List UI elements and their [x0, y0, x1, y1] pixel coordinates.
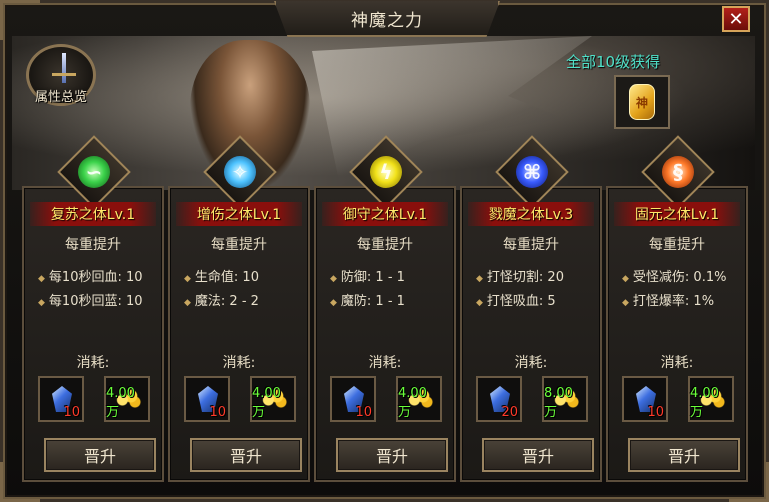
card-name: 固元之体Lv.1: [614, 202, 740, 226]
crystal-cost: 10: [647, 405, 664, 420]
sword-icon: [62, 53, 66, 83]
stat-text: 魔法: 2 - 2: [194, 294, 259, 309]
gold-cost: 4.00万: [106, 386, 135, 420]
body-card-solid: § 固元之体Lv.1 每重提升 ◆ 受怪减伤: 0.1% ◆ 打怪爆率: 1% 消耗…: [606, 135, 748, 482]
body-cards: ∽ 复苏之体Lv.1 每重提升 ◆ 每10秒回血: 10 ◆ 每10秒回蓝: 10 …: [16, 135, 756, 486]
stat-text: 打怪吸血: 5: [486, 294, 556, 309]
upgrade-label: 每重提升: [649, 237, 705, 253]
body-card-revive: ∽ 复苏之体Lv.1 每重提升 ◆ 每10秒回血: 10 ◆ 每10秒回蓝: 10 …: [22, 135, 164, 482]
body-card-guard: ϟ 御守之体Lv.1 每重提升 ◆ 防御: 1 - 1 ◆ 魔防: 1 - 1 消耗…: [314, 135, 456, 482]
bullet-icon: ◆: [38, 274, 45, 284]
stat-text: 受怪减伤: 0.1%: [632, 270, 727, 285]
frame-corner-ornament: [0, 0, 40, 40]
crystal-cost: 20: [501, 405, 518, 420]
rune-icon: ⌘: [522, 160, 542, 184]
bullet-icon: ◆: [330, 298, 337, 308]
cost-label: 消耗:: [76, 355, 110, 371]
crystal-cost-slot[interactable]: 10: [184, 376, 230, 422]
cost-label: 消耗:: [514, 355, 548, 371]
crystal-cost-slot[interactable]: 20: [476, 376, 522, 422]
cost-label: 消耗:: [660, 355, 694, 371]
crystal-cost-slot[interactable]: 10: [330, 376, 376, 422]
bullet-icon: ◆: [184, 298, 191, 308]
rune-icon: ∽: [85, 160, 103, 184]
body-card-slay: ⌘ 戮魔之体Lv.3 每重提升 ◆ 打怪切割: 20 ◆ 打怪吸血: 5 消耗: 2…: [460, 135, 602, 482]
gold-cost: 4.00万: [252, 386, 281, 420]
stat-line: ◆ 每10秒回血: 10: [38, 266, 143, 285]
stat-line: ◆ 受怪减伤: 0.1%: [622, 266, 726, 285]
gold-cost: 4.00万: [398, 386, 427, 420]
promote-button[interactable]: 晋升: [336, 438, 448, 472]
rune-icon: ✧: [231, 160, 249, 184]
gold-cost: 4.00万: [690, 386, 719, 420]
stat-line: ◆ 打怪爆率: 1%: [622, 290, 714, 309]
upgrade-label: 每重提升: [65, 237, 121, 253]
crystal-cost-slot[interactable]: 10: [622, 376, 668, 422]
stat-line: ◆ 生命值: 10: [184, 266, 259, 285]
stat-line: ◆ 防御: 1 - 1: [330, 266, 405, 285]
promote-button[interactable]: 晋升: [482, 438, 594, 472]
stat-text: 打怪爆率: 1%: [632, 294, 715, 309]
upgrade-label: 每重提升: [357, 237, 413, 253]
card-name: 复苏之体Lv.1: [30, 202, 156, 226]
body-card-damage: ✧ 增伤之体Lv.1 每重提升 ◆ 生命值: 10 ◆ 魔法: 2 - 2 消耗: …: [168, 135, 310, 482]
upgrade-label: 每重提升: [503, 237, 559, 253]
rune-icon: ϟ: [379, 160, 393, 184]
bullet-icon: ◆: [476, 298, 483, 308]
attribute-overview-label: 属性总览: [34, 90, 87, 105]
stat-line: ◆ 打怪吸血: 5: [476, 290, 556, 309]
crystal-cost: 10: [209, 405, 226, 420]
stat-text: 每10秒回蓝: 10: [48, 294, 143, 309]
stat-text: 防御: 1 - 1: [340, 270, 405, 285]
stat-text: 每10秒回血: 10: [48, 270, 143, 285]
bullet-icon: ◆: [330, 274, 337, 284]
cost-label: 消耗:: [222, 355, 256, 371]
stat-line: ◆ 每10秒回蓝: 10: [38, 290, 143, 309]
window-title: 神魔之力: [274, 1, 500, 37]
cost-label: 消耗:: [368, 355, 402, 371]
promote-button[interactable]: 晋升: [190, 438, 302, 472]
close-button[interactable]: ✕: [722, 6, 750, 32]
bullet-icon: ◆: [622, 298, 629, 308]
gold-cost-slot[interactable]: 4.00万: [104, 376, 150, 422]
stat-line: ◆ 魔法: 2 - 2: [184, 290, 259, 309]
bullet-icon: ◆: [38, 298, 45, 308]
bullet-icon: ◆: [476, 274, 483, 284]
promote-button[interactable]: 晋升: [628, 438, 740, 472]
stat-text: 生命值: 10: [194, 270, 259, 285]
stat-line: ◆ 打怪切割: 20: [476, 266, 564, 285]
upgrade-label: 每重提升: [211, 237, 267, 253]
stat-line: ◆ 魔防: 1 - 1: [330, 290, 405, 309]
promote-button[interactable]: 晋升: [44, 438, 156, 472]
rune-icon: §: [673, 160, 683, 184]
god-token-icon: 神: [629, 84, 655, 120]
gold-cost-slot[interactable]: 8.00万: [542, 376, 588, 422]
card-name: 御守之体Lv.1: [322, 202, 448, 226]
gold-cost-slot[interactable]: 4.00万: [688, 376, 734, 422]
full-level-reward-label: 全部10级获得: [566, 53, 661, 71]
card-name: 增伤之体Lv.1: [176, 202, 302, 226]
gold-cost-slot[interactable]: 4.00万: [396, 376, 442, 422]
stat-text: 魔防: 1 - 1: [340, 294, 405, 309]
bullet-icon: ◆: [184, 274, 191, 284]
gold-cost-slot[interactable]: 4.00万: [250, 376, 296, 422]
gold-cost: 8.00万: [544, 386, 573, 420]
crystal-cost-slot[interactable]: 10: [38, 376, 84, 422]
sword-guard-icon: [52, 73, 76, 76]
crystal-cost: 10: [355, 405, 372, 420]
card-name: 戮魔之体Lv.3: [468, 202, 594, 226]
stat-text: 打怪切割: 20: [486, 270, 564, 285]
crystal-cost: 10: [63, 405, 80, 420]
reward-item-slot[interactable]: 神: [614, 75, 670, 129]
bullet-icon: ◆: [622, 274, 629, 284]
